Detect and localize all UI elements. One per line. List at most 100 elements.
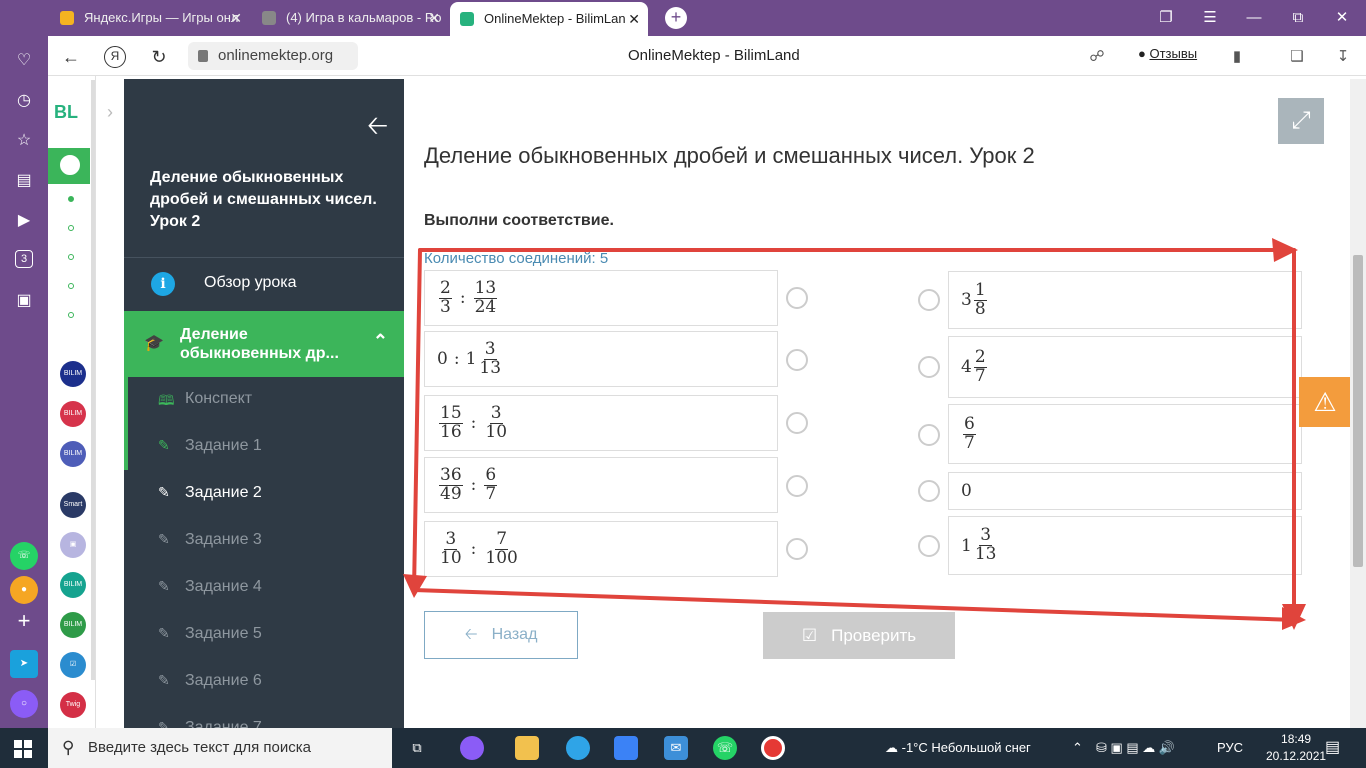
sidebar-item-task-3[interactable]: ✎ Задание 3	[128, 518, 404, 564]
bilim-shop-icon[interactable]: BILIM	[60, 401, 86, 427]
file-explorer-icon[interactable]	[515, 736, 539, 760]
right-option-5[interactable]: 1 3 13	[948, 516, 1302, 575]
alice-icon[interactable]: ○	[10, 690, 38, 718]
mail-icon[interactable]: ✉	[664, 736, 688, 760]
clock[interactable]: 18:49 20.12.2021	[1266, 731, 1326, 768]
right-connector-5[interactable]	[918, 535, 940, 557]
smart-nation-icon[interactable]: Smart	[60, 492, 86, 518]
edge-icon[interactable]	[566, 736, 590, 760]
yandex-browser-icon[interactable]	[761, 736, 785, 760]
menu-icon[interactable]: ☰	[1190, 0, 1230, 36]
notifications-icon[interactable]: ▤	[1325, 728, 1340, 768]
back-button[interactable]: 🡠 Назад	[424, 611, 578, 659]
back-arrow-icon[interactable]: 🡠	[367, 107, 388, 151]
new-tab-button[interactable]: +	[665, 7, 687, 29]
alice-icon[interactable]	[460, 736, 484, 760]
left-connector-3[interactable]	[786, 412, 808, 434]
progress-dot[interactable]	[68, 312, 74, 318]
windows-start-icon[interactable]	[14, 740, 32, 758]
right-connector-4[interactable]	[918, 480, 940, 502]
video-icon[interactable]: ▶	[13, 210, 35, 232]
bookmark-icon[interactable]: ▮	[1228, 48, 1246, 66]
url-field[interactable]: onlinemektep.org	[188, 42, 358, 70]
tabs-menu-icon[interactable]: ❐	[1146, 0, 1186, 36]
right-option-3[interactable]: 67	[948, 404, 1302, 464]
bilim-test-icon[interactable]: ☑	[60, 652, 86, 678]
collapse-rail-button[interactable]: ›	[96, 92, 124, 132]
extensions-icon[interactable]: ☍	[1088, 48, 1106, 66]
tab-squid-game[interactable]: (4) Игра в кальмаров - Ro ✕	[252, 4, 448, 32]
counter-badge-icon[interactable]: 3	[15, 250, 33, 268]
task-view-icon[interactable]: ⧉	[405, 736, 429, 760]
fullscreen-expand-button[interactable]: ⤢	[1278, 98, 1324, 144]
bilim-media-icon[interactable]: BILIM	[60, 441, 86, 467]
left-connector-5[interactable]	[786, 538, 808, 560]
whatsapp-icon[interactable]: ☏	[713, 736, 737, 760]
yandex-icon[interactable]: Я	[104, 46, 126, 68]
add-app-icon[interactable]: +	[13, 610, 35, 632]
right-option-2[interactable]: 4 27	[948, 336, 1302, 398]
check-button[interactable]: ☑ Проверить	[763, 612, 955, 659]
reviews-button[interactable]: ● Отзывы	[1138, 46, 1197, 61]
course-avatar[interactable]	[48, 148, 90, 184]
close-window-icon[interactable]: ✕	[1322, 0, 1362, 36]
bilim-class-icon[interactable]: ▣	[60, 532, 86, 558]
right-option-4[interactable]: 0	[948, 472, 1302, 510]
right-connector-2[interactable]	[918, 356, 940, 378]
chevron-up-icon[interactable]: ⌃	[373, 331, 388, 352]
report-problem-button[interactable]: ⚠	[1299, 377, 1351, 427]
sidebar-item-task-5[interactable]: ✎ Задание 5	[128, 612, 404, 658]
scrollbar-thumb[interactable]	[1353, 255, 1363, 567]
bilim-tutor-icon[interactable]: BILIM	[60, 361, 86, 387]
left-connector-2[interactable]	[786, 349, 808, 371]
tab-yandex-games[interactable]: Яндекс.Игры — Игры онл ✕	[50, 4, 250, 32]
right-connector-1[interactable]	[918, 289, 940, 311]
bilimland-logo[interactable]: BL	[54, 102, 78, 123]
progress-dot[interactable]	[68, 283, 74, 289]
collections-icon[interactable]: ▤	[13, 170, 35, 192]
left-option-3[interactable]: 15 16 : 3 10	[424, 395, 778, 451]
sidebar-item-task-6[interactable]: ✎ Задание 6	[128, 659, 404, 705]
progress-dot[interactable]	[68, 225, 74, 231]
right-option-1[interactable]: 3 18	[948, 271, 1302, 329]
sidebar-item-task-2[interactable]: ✎ Задание 2	[128, 471, 404, 517]
taskbar-search[interactable]: ⚲ Введите здесь текст для поиска	[48, 728, 392, 768]
sidebar-item-task-4[interactable]: ✎ Задание 4	[128, 565, 404, 611]
close-icon[interactable]: ✕	[428, 4, 440, 32]
left-option-1[interactable]: 23 : 13 24	[424, 270, 778, 326]
close-icon[interactable]: ✕	[628, 2, 640, 36]
minimize-icon[interactable]: —	[1234, 0, 1274, 36]
page-scrollbar[interactable]	[1350, 79, 1366, 728]
weather-widget[interactable]: ☁ -1°C Небольшой снег	[885, 728, 1031, 768]
right-connector-3[interactable]	[918, 424, 940, 446]
rail-scrollbar[interactable]	[91, 80, 95, 680]
history-icon[interactable]: ◷	[13, 90, 35, 112]
lesson-overview-item[interactable]: i Обзор урока	[124, 259, 404, 309]
game-icon[interactable]: ●	[10, 576, 38, 604]
language-indicator[interactable]: РУС	[1217, 728, 1243, 768]
tab-onlinemektep[interactable]: OnlineMektep - BilimLan ✕	[450, 2, 648, 36]
back-arrow-icon[interactable]: ←	[60, 46, 82, 68]
left-connector-4[interactable]	[786, 475, 808, 497]
close-icon[interactable]: ✕	[230, 4, 242, 32]
download-icon[interactable]: ↧	[1334, 48, 1352, 66]
bilim-store-icon[interactable]: BILIM	[60, 572, 86, 598]
bookmarks-icon[interactable]: ☆	[13, 130, 35, 152]
sidebar-item-konspekt[interactable]: 🕮 Конспект	[128, 377, 404, 423]
lesson-section[interactable]: 🎓 Деление обыкновенных др... ⌃	[128, 311, 404, 377]
progress-dot[interactable]	[68, 196, 74, 202]
progress-dot[interactable]	[68, 254, 74, 260]
twig-icon[interactable]: Twig	[60, 692, 86, 718]
left-option-5[interactable]: 3 10 : 7 100	[424, 521, 778, 577]
tray-chevron-icon[interactable]: ⌃	[1072, 728, 1083, 768]
reload-icon[interactable]: ↻	[148, 46, 170, 68]
left-connector-1[interactable]	[786, 287, 808, 309]
notifications-icon[interactable]: ♡	[13, 50, 35, 72]
whatsapp-icon[interactable]: ☏	[10, 542, 38, 570]
store-icon[interactable]	[614, 736, 638, 760]
restore-icon[interactable]: ⧉	[1278, 0, 1318, 36]
bookmarks-panel-icon[interactable]: ❑	[1288, 48, 1306, 66]
tray-icons[interactable]: ⛁ ▣ ▤ ☁ 🔊	[1096, 728, 1175, 768]
screenshot-icon[interactable]: ▣	[13, 290, 35, 312]
left-option-4[interactable]: 36 49 : 67	[424, 457, 778, 513]
